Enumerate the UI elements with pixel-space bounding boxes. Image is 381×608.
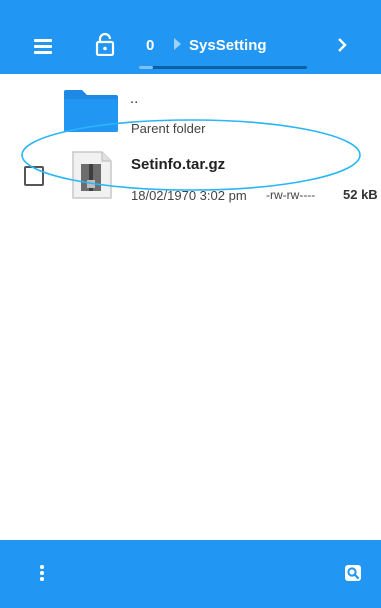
menu-icon[interactable] [30,36,56,56]
breadcrumb-current-folder[interactable]: SysSetting [189,37,267,54]
chevron-right-icon[interactable] [335,37,349,53]
file-permissions: -rw-rw---- [266,188,316,202]
top-app-bar: 0 SysSetting [0,0,381,74]
search-icon[interactable] [344,564,362,582]
archive-icon [72,151,112,199]
lock-icon[interactable] [94,32,116,56]
path-separator-icon [174,38,181,50]
path-depth-count[interactable]: 0 [146,37,154,54]
breadcrumb-scroll-track [139,66,307,69]
breadcrumb-scroll-thumb[interactable] [139,66,153,69]
file-name: Setinfo.tar.gz [131,156,226,173]
more-vert-icon[interactable] [38,564,46,584]
parent-folder-name: .. [130,90,139,107]
file-date: 18/02/1970 3:02 pm [131,188,247,203]
folder-icon [64,90,118,132]
parent-folder-label: Parent folder [131,121,206,136]
bottom-app-bar [0,540,381,608]
file-size: 52 kB [343,187,378,202]
file-select-checkbox[interactable] [24,166,44,186]
